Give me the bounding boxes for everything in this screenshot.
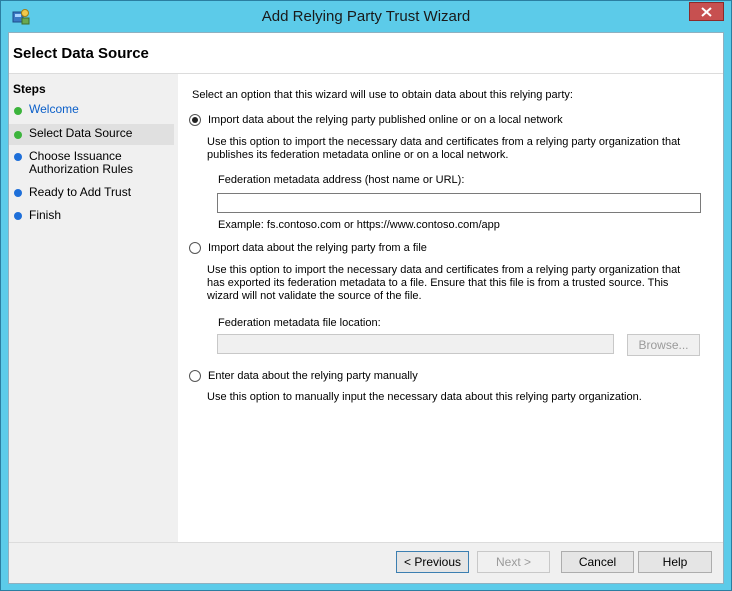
steps-heading: Steps: [13, 82, 46, 96]
step-label: Select Data Source: [29, 126, 133, 140]
wizard-footer: < Previous Next > Cancel Help: [9, 542, 723, 583]
steps-panel: Steps Welcome Select Data Source Choose …: [9, 74, 176, 542]
step-complete-dot-icon: [14, 107, 22, 115]
step-label[interactable]: Welcome: [29, 102, 79, 116]
step-pending-dot-icon: [14, 153, 22, 161]
wizard-client-area: Select Data Source Steps Welcome Select …: [8, 32, 724, 584]
step-label: Ready to Add Trust: [29, 185, 132, 199]
step-ready-to-add-trust: Ready to Add Trust: [9, 186, 174, 204]
step-welcome[interactable]: Welcome: [9, 103, 174, 121]
page-header: Select Data Source: [9, 33, 723, 74]
browse-button: Browse...: [627, 334, 700, 356]
option-online-radio[interactable]: [189, 114, 201, 126]
step-choose-issuance-authorization-rules: Choose Issuance Authorization Rules: [9, 150, 174, 180]
content-panel: Select an option that this wizard will u…: [178, 74, 723, 542]
option-file-label[interactable]: Import data about the relying party from…: [208, 242, 427, 255]
metadata-address-label: Federation metadata address (host name o…: [218, 174, 465, 186]
option-manual-label[interactable]: Enter data about the relying party manua…: [208, 370, 418, 383]
option-file-radio[interactable]: [189, 242, 201, 254]
step-pending-dot-icon: [14, 189, 22, 197]
metadata-address-example: Example: fs.contoso.com or https://www.c…: [218, 219, 500, 231]
step-label: Finish: [29, 208, 62, 222]
option-manual-radio[interactable]: [189, 370, 201, 382]
metadata-address-input[interactable]: [217, 193, 701, 213]
help-button[interactable]: Help: [638, 551, 712, 573]
close-button[interactable]: [689, 2, 724, 21]
metadata-file-input: [217, 334, 614, 354]
step-finish: Finish: [9, 209, 174, 227]
intro-text: Select an option that this wizard will u…: [192, 89, 573, 101]
step-label: Choose Issuance Authorization Rules: [29, 149, 134, 176]
step-select-data-source: Select Data Source: [9, 124, 174, 145]
option-online-label[interactable]: Import data about the relying party publ…: [208, 114, 563, 127]
previous-button[interactable]: < Previous: [396, 551, 469, 573]
option-online-description: Use this option to import the necessary …: [207, 136, 681, 161]
step-current-dot-icon: [14, 131, 22, 139]
option-file-description: Use this option to import the necessary …: [207, 264, 681, 302]
window-title: Add Relying Party Trust Wizard: [261, 8, 471, 25]
step-pending-dot-icon: [14, 212, 22, 220]
title-bar[interactable]: Add Relying Party Trust Wizard: [1, 1, 731, 32]
metadata-file-label: Federation metadata file location:: [218, 317, 381, 329]
option-manual-description: Use this option to manually input the ne…: [207, 391, 642, 403]
cancel-button[interactable]: Cancel: [561, 551, 634, 573]
wizard-window: Add Relying Party Trust Wizard Select Da…: [0, 0, 732, 591]
next-button: Next >: [477, 551, 550, 573]
close-icon: [701, 6, 712, 17]
page-title: Select Data Source: [13, 45, 149, 62]
